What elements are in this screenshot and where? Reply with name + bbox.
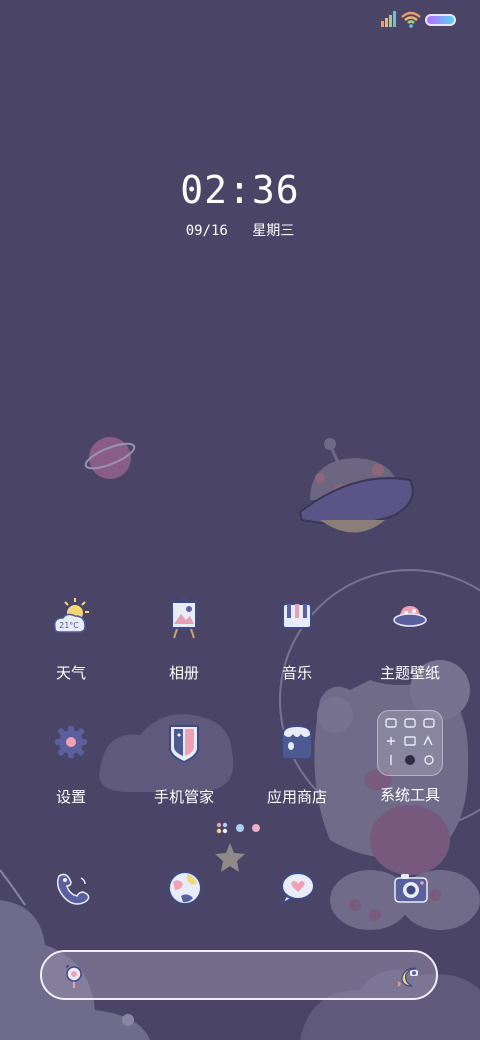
app-settings[interactable]: 设置 xyxy=(11,720,131,807)
app-label: 天气 xyxy=(55,664,86,682)
page-dot-current xyxy=(236,824,244,832)
settings-icon xyxy=(55,726,87,758)
app-label: 相册 xyxy=(168,664,199,682)
clock-date-row: 09/16 星期三 xyxy=(0,220,480,240)
phone-icon[interactable] xyxy=(49,866,93,910)
home-screen: { "clock": { "time": "02:36", "date": "0… xyxy=(0,0,480,1040)
camera-icon[interactable] xyxy=(389,866,433,910)
app-label: 设置 xyxy=(55,788,86,806)
battery-icon xyxy=(425,14,456,26)
app-theme-wallpaper[interactable]: 主题壁纸 xyxy=(350,596,470,683)
app-music[interactable]: 音乐 xyxy=(237,596,357,683)
signal-icon xyxy=(381,11,396,27)
weather-temp: 21°C xyxy=(59,621,79,630)
clock-time[interactable]: 02:36 xyxy=(0,168,480,212)
folder-mini-icons xyxy=(385,718,435,765)
app-label: 主题壁纸 xyxy=(379,664,440,682)
weather-icon: 21°C xyxy=(53,598,89,633)
ufo-decoration xyxy=(298,438,414,533)
music-icon xyxy=(282,603,312,629)
page-dot xyxy=(252,824,260,832)
page-indicator[interactable] xyxy=(214,820,274,836)
search-icon xyxy=(66,965,82,988)
app-gallery[interactable]: 相册 xyxy=(124,596,244,683)
browser-icon[interactable] xyxy=(163,866,207,910)
wifi-icon xyxy=(401,11,421,28)
clock-date: 09/16 xyxy=(185,223,228,239)
search-bar[interactable] xyxy=(40,950,438,1000)
app-phone-manager[interactable]: 手机管家 xyxy=(124,720,244,807)
system-tools-folder-icon xyxy=(377,710,443,776)
app-label: 音乐 xyxy=(281,664,312,682)
app-system-tools-folder[interactable]: 系统工具 xyxy=(350,710,470,805)
app-label: 应用商店 xyxy=(266,788,327,806)
app-store[interactable]: 应用商店 xyxy=(237,720,357,807)
status-bar xyxy=(0,0,480,40)
star-decoration xyxy=(215,843,245,872)
messages-icon[interactable] xyxy=(276,866,320,910)
gallery-icon xyxy=(171,598,197,639)
phone-manager-icon xyxy=(169,725,199,764)
app-weather[interactable]: 21°C 天气 xyxy=(11,596,131,683)
clock-weekday: 星期三 xyxy=(252,223,295,239)
theme-wallpaper-icon xyxy=(393,606,427,627)
planet-decoration xyxy=(84,437,136,479)
voice-moon-icon[interactable] xyxy=(394,962,422,990)
app-store-icon xyxy=(282,724,312,759)
app-label: 手机管家 xyxy=(153,788,214,806)
app-label: 系统工具 xyxy=(379,786,440,804)
